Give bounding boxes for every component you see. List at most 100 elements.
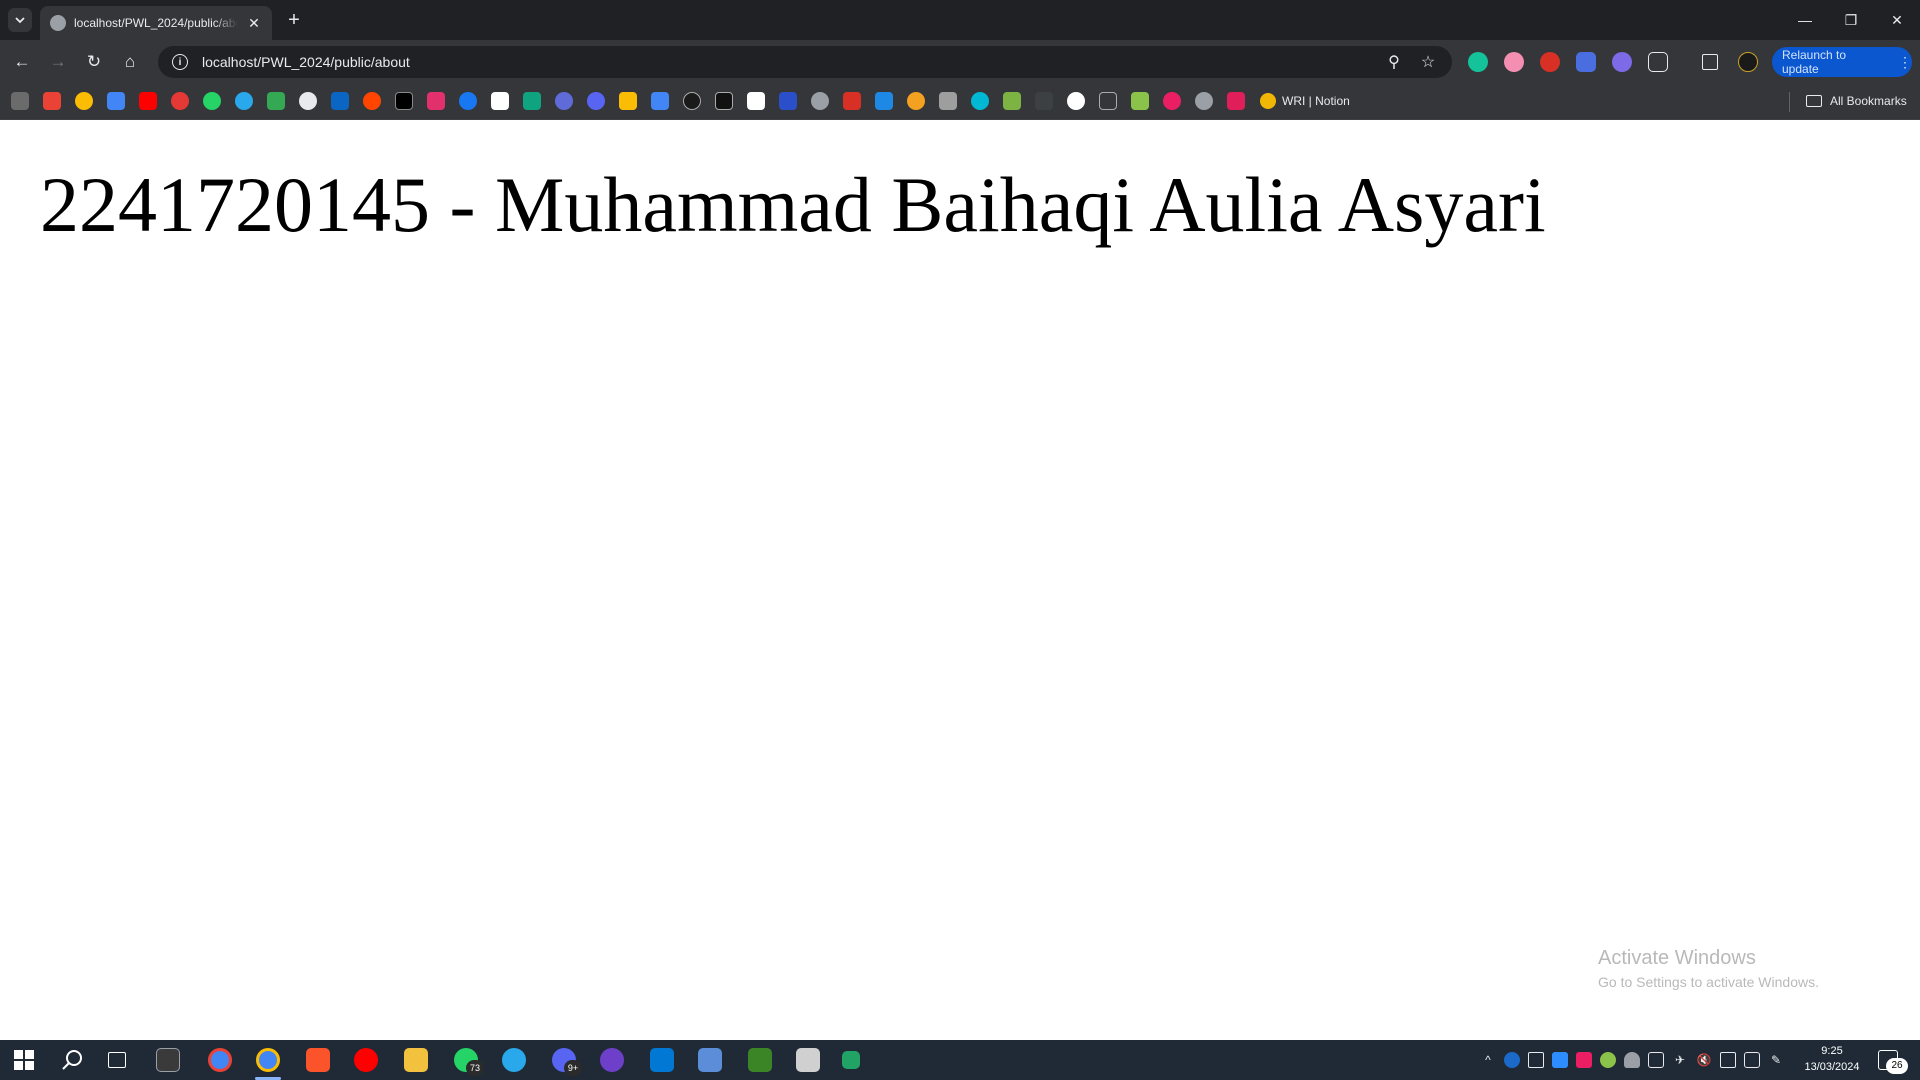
taskbar-telegram-icon[interactable] bbox=[502, 1048, 526, 1072]
bookmark-telegram-icon[interactable] bbox=[235, 92, 253, 110]
bookmark-reddit-icon[interactable] bbox=[363, 92, 381, 110]
taskbar-file-explorer-icon[interactable] bbox=[404, 1048, 428, 1072]
bookmark-instagram-icon[interactable] bbox=[427, 92, 445, 110]
taskbar-clock[interactable]: 9:25 13/03/2024 bbox=[1790, 1043, 1874, 1075]
taskbar-youtube-music-icon[interactable] bbox=[354, 1048, 378, 1072]
taskbar-excel-icon[interactable] bbox=[842, 1051, 860, 1069]
url-text[interactable]: localhost/PWL_2024/public/about bbox=[202, 54, 410, 70]
bookmark-code-icon[interactable] bbox=[715, 92, 733, 110]
bookmark-calendar-icon[interactable] bbox=[107, 92, 125, 110]
taskbar-search-button[interactable] bbox=[60, 1048, 84, 1072]
tray-wifi-off-icon[interactable]: ✈ bbox=[1672, 1052, 1688, 1068]
bookmark-x-icon[interactable] bbox=[395, 92, 413, 110]
tray-volume-muted-icon[interactable]: 🔇 bbox=[1696, 1052, 1712, 1068]
bookmark-translate-icon[interactable] bbox=[651, 92, 669, 110]
tray-network-icon[interactable] bbox=[1720, 1052, 1736, 1068]
tray-pen-icon[interactable]: ✎ bbox=[1768, 1052, 1784, 1068]
bookmark-perplexity-icon[interactable] bbox=[267, 92, 285, 110]
taskbar-vscode-icon[interactable] bbox=[650, 1048, 674, 1072]
alert-extension-icon[interactable] bbox=[1540, 52, 1560, 72]
back-button[interactable]: ← bbox=[8, 48, 36, 76]
profile-avatar-icon[interactable] bbox=[1738, 52, 1758, 72]
tray-nvidia-icon[interactable] bbox=[1600, 1052, 1616, 1068]
activate-windows-watermark: Activate Windows Go to Settings to activ… bbox=[1598, 947, 1819, 990]
taskbar-brave-icon[interactable] bbox=[306, 1048, 330, 1072]
bookmark-copilot-icon[interactable] bbox=[555, 92, 573, 110]
window-close-button[interactable]: ✕ bbox=[1874, 0, 1920, 40]
side-panel-icon[interactable] bbox=[1702, 54, 1718, 70]
bookmark-cube-icon[interactable] bbox=[1131, 92, 1149, 110]
tray-app-icon[interactable] bbox=[1552, 1052, 1568, 1068]
taskbar-minecraft-icon[interactable] bbox=[748, 1048, 772, 1072]
close-icon[interactable]: ✕ bbox=[246, 15, 262, 32]
bookmark-canva-icon[interactable] bbox=[971, 92, 989, 110]
bookmark-gmail-icon[interactable] bbox=[43, 92, 61, 110]
bookmark-share-icon[interactable] bbox=[875, 92, 893, 110]
bookmark-youtube-icon[interactable] bbox=[139, 92, 157, 110]
bookmark-whatsapp-icon[interactable] bbox=[203, 92, 221, 110]
tab-active[interactable]: localhost/PWL_2024/public/about ✕ bbox=[40, 6, 272, 40]
bookmark-discord-icon[interactable] bbox=[587, 92, 605, 110]
site-info-icon[interactable]: i bbox=[172, 54, 188, 70]
taskbar-github-desktop-icon[interactable] bbox=[600, 1048, 624, 1072]
tray-overflow-icon[interactable]: ^ bbox=[1480, 1052, 1496, 1068]
taskbar-chrome-icon[interactable] bbox=[208, 1048, 232, 1072]
bookmark-drive-icon[interactable] bbox=[619, 92, 637, 110]
address-bar[interactable]: i localhost/PWL_2024/public/about bbox=[158, 46, 1452, 78]
extensions-puzzle-icon[interactable] bbox=[1648, 52, 1668, 72]
taskbar-chrome-profile-icon[interactable] bbox=[256, 1048, 280, 1072]
grammarly-extension-icon[interactable] bbox=[1468, 52, 1488, 72]
tray-camera-icon[interactable] bbox=[1648, 1052, 1664, 1068]
bookmark-star-icon[interactable]: ☆ bbox=[1414, 46, 1442, 78]
zoom-icon[interactable]: ⚲ bbox=[1380, 46, 1408, 78]
tray-onedrive-icon[interactable] bbox=[1624, 1052, 1640, 1068]
minimize-button[interactable]: — bbox=[1782, 0, 1828, 40]
task-view-icon[interactable] bbox=[108, 1052, 126, 1068]
bookmark-world-icon[interactable] bbox=[1195, 92, 1213, 110]
tray-keyboard-icon[interactable] bbox=[1528, 1052, 1544, 1068]
start-button[interactable] bbox=[12, 1048, 36, 1072]
windows-logo-icon bbox=[14, 1050, 34, 1070]
all-bookmarks-button[interactable]: All Bookmarks bbox=[1806, 91, 1907, 111]
tray-steam-icon[interactable] bbox=[1504, 1052, 1520, 1068]
bookmark-palette-icon[interactable] bbox=[1163, 92, 1181, 110]
restore-button[interactable]: ❐ bbox=[1828, 0, 1874, 40]
bookmark-notion-icon[interactable] bbox=[491, 92, 509, 110]
tray-music-icon[interactable] bbox=[1576, 1052, 1592, 1068]
bookmark-linkedin-icon[interactable] bbox=[331, 92, 349, 110]
bookmark-facebook-icon[interactable] bbox=[459, 92, 477, 110]
bookmark-github-icon[interactable] bbox=[299, 92, 317, 110]
taskbar-notepad-icon[interactable] bbox=[796, 1048, 820, 1072]
new-tab-button[interactable]: + bbox=[282, 8, 306, 32]
bookmark-google-icon[interactable] bbox=[75, 92, 93, 110]
taskbar-terminal-icon[interactable] bbox=[156, 1048, 180, 1072]
bookmark-pdf-icon[interactable] bbox=[843, 92, 861, 110]
shield-extension-icon[interactable] bbox=[1576, 52, 1596, 72]
bookmark-download-icon[interactable] bbox=[747, 92, 765, 110]
reload-button[interactable]: ↻ bbox=[80, 48, 108, 76]
bookmark-zeta-icon[interactable] bbox=[1067, 92, 1085, 110]
forward-button[interactable]: → bbox=[44, 48, 72, 76]
play-extension-icon[interactable] bbox=[1612, 52, 1632, 72]
bookmark-speedtest-icon[interactable] bbox=[683, 92, 701, 110]
bookmark-chatgpt-icon[interactable] bbox=[523, 92, 541, 110]
kebab-menu-icon[interactable]: ⋮ bbox=[1898, 54, 1912, 71]
home-button[interactable]: ⌂ bbox=[116, 48, 144, 76]
relaunch-to-update-button[interactable]: Relaunch to update ⋮ bbox=[1772, 47, 1912, 77]
bookmark-blank-icon[interactable] bbox=[1035, 92, 1053, 110]
bookmark-youtube-music-icon[interactable] bbox=[171, 92, 189, 110]
watermark-title: Activate Windows bbox=[1598, 947, 1756, 969]
bookmark-h-icon[interactable] bbox=[1099, 92, 1117, 110]
bookmark-chess-icon[interactable] bbox=[1003, 92, 1021, 110]
pig-extension-icon[interactable] bbox=[1504, 52, 1524, 72]
bookmark-globe-icon[interactable] bbox=[811, 92, 829, 110]
taskbar-remote-desktop-icon[interactable] bbox=[698, 1048, 722, 1072]
bookmark-dots-icon[interactable] bbox=[907, 92, 925, 110]
bookmark-profile-icon[interactable] bbox=[11, 92, 29, 110]
bookmark-sigma-icon[interactable] bbox=[779, 92, 797, 110]
bookmark-wri-notion[interactable]: WRI | Notion bbox=[1260, 91, 1350, 111]
tray-battery-icon[interactable] bbox=[1744, 1052, 1760, 1068]
bookmark-docs-icon[interactable] bbox=[939, 92, 957, 110]
tab-search-button[interactable] bbox=[8, 8, 32, 32]
bookmark-slack-icon[interactable] bbox=[1227, 92, 1245, 110]
